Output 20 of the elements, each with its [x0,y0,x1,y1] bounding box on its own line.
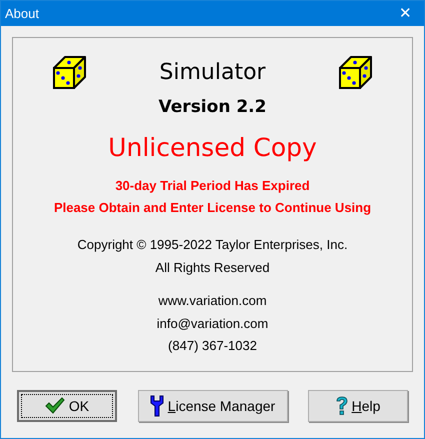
window-title: About [5,4,39,23]
dice-icon [53,56,86,89]
expiry-notice: 30-day Trial Period Has Expired [115,177,310,195]
contact-text: (847) 367-1032 [168,337,257,355]
expiry-notice: Please Obtain and Enter License to Continue Using [54,198,372,217]
ok-button[interactable]: OK [17,390,117,422]
license-manager-button[interactable]: License Manager [138,390,288,422]
dice-icon [339,56,372,89]
checkmark-icon [44,397,65,415]
copyright-text: Copyright © 1995-2022 Taylor Enterprises, Inc. [77,236,348,254]
help-button[interactable]: Help [308,390,408,422]
question-mark-icon [336,396,348,416]
wrench-icon [150,395,164,417]
version-text: Version 2.2 [158,96,266,119]
copyright-text: All Rights Reserved [155,258,270,277]
contact-text: info@variation.com [156,314,268,332]
contact-text: www.variation.com [158,292,267,310]
product-name: Simulator [159,59,266,87]
close-button[interactable]: ✕ [395,6,416,21]
license-status: Unlicensed Copy [108,132,317,164]
